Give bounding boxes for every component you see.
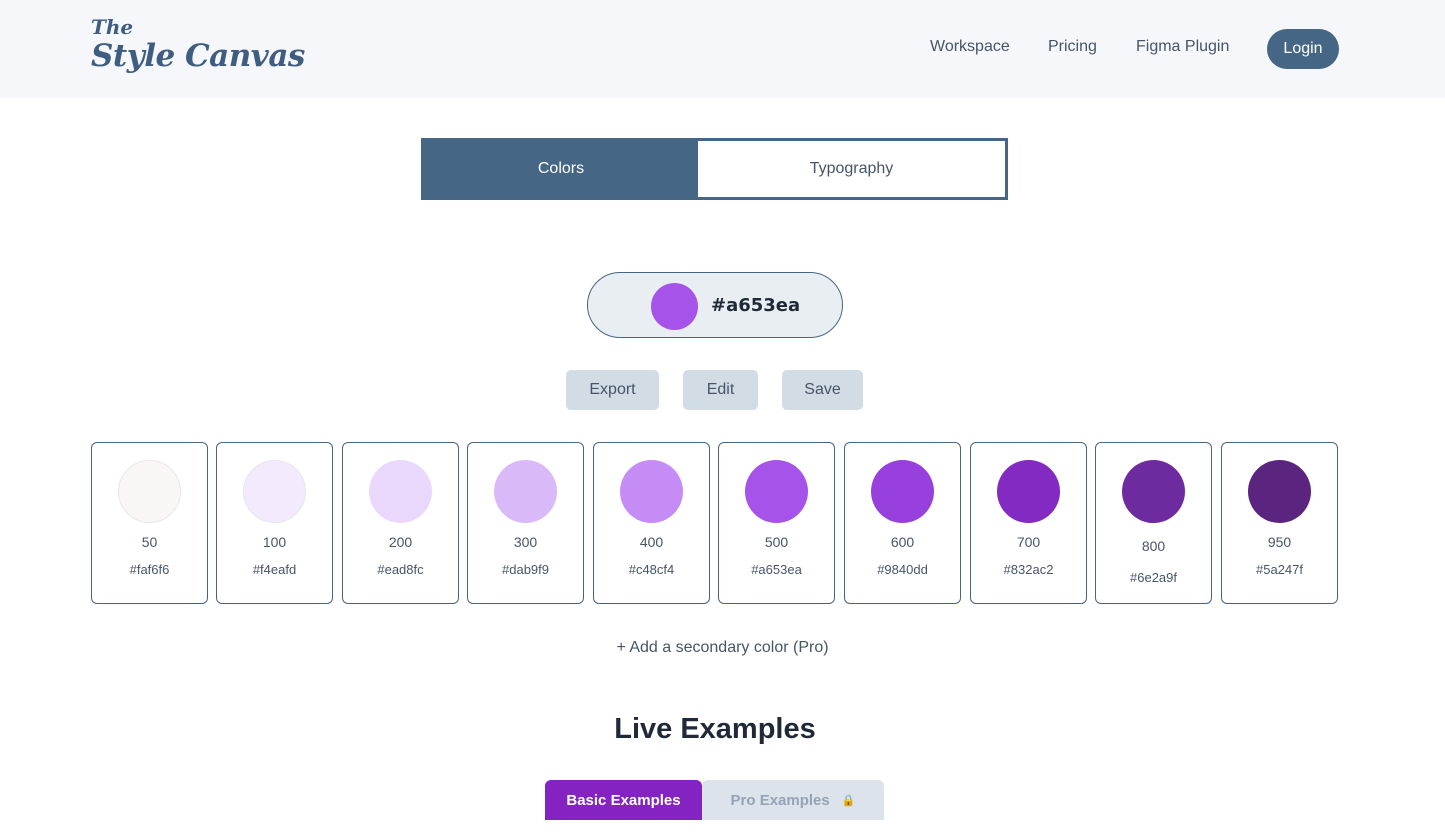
add-secondary-color-link[interactable]: + Add a secondary color (Pro) (0, 639, 1445, 657)
logo-main-text: Style Canvas (91, 38, 305, 74)
palette-swatch (494, 460, 557, 523)
palette-hex: #dab9f9 (502, 562, 549, 577)
tab-basic-examples[interactable]: Basic Examples (545, 780, 702, 820)
tab-colors[interactable]: Colors (424, 141, 698, 197)
base-color-swatch[interactable] (651, 283, 698, 330)
logo[interactable]: The Style Canvas (91, 16, 305, 74)
palette-card-50[interactable]: 50 #faf6f6 (91, 442, 208, 604)
palette-hex: #a653ea (751, 562, 802, 577)
palette-card-300[interactable]: 300 #dab9f9 (467, 442, 584, 604)
palette-weight: 400 (639, 534, 664, 550)
palette-card-200[interactable]: 200 #ead8fc (342, 442, 459, 604)
save-button[interactable]: Save (782, 370, 863, 410)
live-examples-heading: Live Examples (614, 713, 816, 745)
palette-hex: #6e2a9f (1130, 570, 1177, 585)
palette-card-600[interactable]: 600 #9840dd (844, 442, 961, 604)
palette-swatch (1122, 460, 1185, 523)
palette-weight: 500 (764, 534, 789, 550)
palette-weight: 600 (890, 534, 915, 550)
logo-the-text: The (91, 15, 134, 39)
palette-hex: #5a247f (1256, 562, 1303, 577)
palette-hex: #9840dd (877, 562, 928, 577)
example-tabs: Basic Examples Pro Examples 🔒 (545, 780, 884, 820)
tab-pro-examples-label: Pro Examples (730, 791, 830, 809)
base-color-picker[interactable]: #a653ea (587, 272, 843, 338)
palette-swatch (745, 460, 808, 523)
tab-basic-examples-label: Basic Examples (566, 791, 681, 809)
palette-swatch (620, 460, 683, 523)
palette-hex: #c48cf4 (628, 562, 675, 577)
palette-card-100[interactable]: 100 #f4eafd (216, 442, 333, 604)
palette-weight: 950 (1267, 534, 1292, 550)
palette-swatch (118, 460, 181, 523)
palette-weight: 100 (262, 534, 287, 550)
site-header: The Style Canvas Workspace Pricing Figma… (0, 0, 1445, 98)
palette-weight: 700 (1016, 534, 1041, 550)
export-button[interactable]: Export (566, 370, 659, 410)
palette-hex: #f4eafd (252, 562, 297, 577)
login-button[interactable]: Login (1267, 29, 1339, 69)
tab-typography[interactable]: Typography (698, 141, 1005, 197)
palette-card-950[interactable]: 950 #5a247f (1221, 442, 1338, 604)
palette-card-400[interactable]: 400 #c48cf4 (593, 442, 710, 604)
palette-weight: 50 (141, 534, 158, 550)
palette-swatch (243, 460, 306, 523)
palette-swatch (871, 460, 934, 523)
nav-workspace-link[interactable]: Workspace (930, 38, 1010, 56)
mode-tabs: Colors Typography (421, 138, 1008, 200)
lock-icon: 🔒 (841, 794, 856, 807)
palette-swatch (1248, 460, 1311, 523)
nav-figma-plugin-link[interactable]: Figma Plugin (1136, 38, 1229, 56)
tab-pro-examples[interactable]: Pro Examples 🔒 (702, 780, 884, 820)
nav-pricing-link[interactable]: Pricing (1048, 38, 1097, 56)
palette-weight: 800 (1141, 538, 1166, 554)
palette-swatch (369, 460, 432, 523)
palette-card-700[interactable]: 700 #832ac2 (970, 442, 1087, 604)
palette-swatch (997, 460, 1060, 523)
palette-card-500[interactable]: 500 #a653ea (718, 442, 835, 604)
base-color-hex: #a653ea (711, 295, 801, 316)
palette-hex: #832ac2 (1003, 562, 1054, 577)
palette-card-800[interactable]: 800 #6e2a9f (1095, 442, 1212, 604)
edit-button[interactable]: Edit (683, 370, 758, 410)
palette-weight: 200 (388, 534, 413, 550)
palette-weight: 300 (513, 534, 538, 550)
palette-hex: #faf6f6 (129, 562, 170, 577)
palette-hex: #ead8fc (377, 562, 424, 577)
